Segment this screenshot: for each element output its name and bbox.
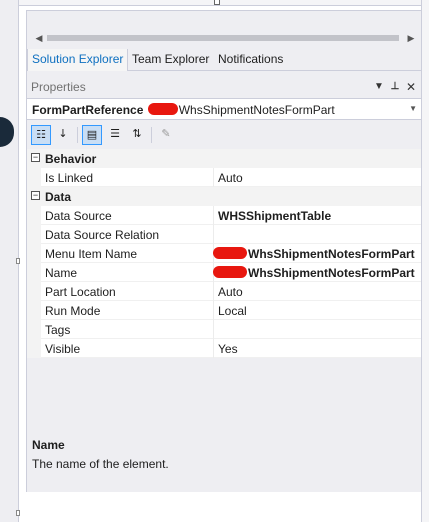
property-value[interactable]: WhsShipmentNotesFormPart [213,247,415,261]
property-label: Is Linked [45,171,94,185]
property-label: Tags [45,323,71,337]
property-label: Visible [45,342,81,356]
categorized-icon[interactable]: ☷ [31,125,51,145]
collapse-icon[interactable]: − [31,153,40,162]
redaction-mark [147,103,178,115]
properties-header: Properties ▼ ⊥ ✕ [27,77,421,97]
scrollbar-thumb[interactable] [47,35,399,41]
designer-top-edge [19,0,429,6]
collapse-icon[interactable]: − [31,191,40,200]
scroll-left-icon[interactable]: ◀ [33,31,45,45]
alphabetical-icon[interactable]: ↓ [53,125,73,145]
property-row-tags[interactable]: Tags [27,320,421,339]
property-label: Run Mode [45,304,101,318]
property-value[interactable]: Auto [218,171,243,185]
property-row-data-source-relation[interactable]: Data Source Relation [27,225,421,244]
wrench-icon[interactable]: ✎ [156,125,176,145]
pin-icon[interactable]: ⊥ [389,79,401,95]
property-label: Part Location [45,285,116,299]
description-text: The name of the element. [32,457,169,471]
property-row-run-mode[interactable]: Run Mode Local [27,301,421,320]
close-icon[interactable]: ✕ [405,79,417,95]
tab-notifications[interactable]: Notifications [214,49,287,71]
horizontal-scrollbar[interactable]: ◀ ▶ [33,31,417,45]
chevron-down-icon[interactable]: ▼ [373,79,385,95]
sort-icon[interactable]: ⇅ [127,125,147,145]
property-row-is-linked[interactable]: Is Linked Auto [27,168,421,187]
property-value-text: WhsShipmentNotesFormPart [248,266,415,280]
vertical-scrollbar[interactable] [421,0,429,522]
resize-handle[interactable] [16,258,20,264]
property-row-part-location[interactable]: Part Location Auto [27,282,421,301]
description-pane: Name The name of the element. [27,358,421,492]
resize-handle[interactable] [16,510,20,516]
tab-solution-explorer[interactable]: Solution Explorer [27,49,129,71]
tab-team-explorer[interactable]: Team Explorer [128,49,213,71]
description-title: Name [32,438,65,452]
redaction-mark [213,266,247,278]
category-data[interactable]: − Data [27,187,421,206]
property-value[interactable]: WhsShipmentNotesFormPart [213,266,415,280]
property-grid: − Behavior Is Linked Auto − Data Data So… [27,149,421,358]
object-type-label: FormPartReference [32,103,147,117]
property-label: Data Source Relation [45,228,160,242]
property-value[interactable]: Auto [218,285,243,299]
category-label: Data [45,190,72,204]
property-row-name[interactable]: Name WhsShipmentNotesFormPart [27,263,421,282]
property-row-visible[interactable]: Visible Yes [27,339,421,358]
property-row-data-source[interactable]: Data Source WHSShipmentTable [27,206,421,225]
property-value[interactable]: Yes [218,342,238,356]
tool-window: ◀ ▶ Solution Explorer Team Explorer Noti… [26,10,422,492]
property-label: Name [45,266,78,280]
property-label: Menu Item Name [45,247,138,261]
property-value-text: WhsShipmentNotesFormPart [248,247,415,261]
tool-window-tabs: Solution Explorer Team Explorer Notifica… [27,49,421,71]
object-name: FormPartReference WhsShipmentNotesFormPa… [32,103,335,117]
designer-element [0,117,14,147]
property-value[interactable]: WHSShipmentTable [218,209,331,223]
events-icon[interactable]: ☰ [105,125,125,145]
redaction-mark [213,247,247,259]
resize-handle[interactable] [214,0,220,5]
scroll-right-icon[interactable]: ▶ [405,31,417,45]
toolbar-separator [151,127,152,143]
designer-surface-edge [0,0,20,522]
chevron-down-icon[interactable]: ▼ [409,104,417,113]
category-label: Behavior [45,152,97,166]
properties-title: Properties [31,80,86,94]
property-label: Data Source [45,209,112,223]
toolbar-separator [77,127,78,143]
object-selector[interactable]: FormPartReference WhsShipmentNotesFormPa… [27,98,421,120]
object-name-suffix: WhsShipmentNotesFormPart [178,103,335,117]
property-value[interactable]: Local [218,304,247,318]
properties-toolbar: ☷ ↓ ▤ ☰ ⇅ ✎ [27,123,421,147]
property-row-menu-item-name[interactable]: Menu Item Name WhsShipmentNotesFormPart [27,244,421,263]
properties-page-icon[interactable]: ▤ [82,125,102,145]
category-behavior[interactable]: − Behavior [27,149,421,168]
